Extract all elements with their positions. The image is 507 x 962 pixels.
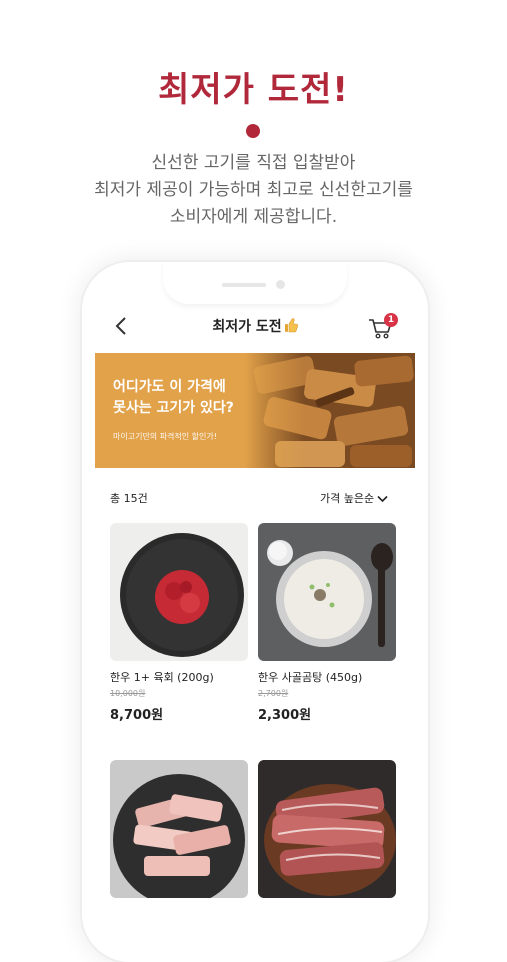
product-image-gomtang <box>258 523 396 661</box>
sort-label: 가격 높은순 <box>320 492 375 505</box>
app-screen: 최저가 도전 1 어디가도 이 가격에 못사는 고기가 있다? 마이고기만의 파… <box>95 300 415 900</box>
banner-line-1: 어디가도 이 가격에 <box>113 379 226 395</box>
product-name: 한우 1+ 육회 (200g) <box>110 671 214 684</box>
banner-headline: 어디가도 이 가격에 못사는 고기가 있다? <box>113 377 273 419</box>
product-original-price: 10,000원 <box>110 689 146 698</box>
banner-line-2: 못사는 고기가 있다? <box>113 400 234 416</box>
product-name: 한우 사골곰탕 (450g) <box>258 671 363 684</box>
thumbs-up-icon <box>284 318 298 333</box>
banner-subtitle: 마이고기만의 파격적인 할인가! <box>113 432 217 441</box>
sort-dropdown[interactable]: 가격 높은순 <box>320 490 388 506</box>
description-line-2: 최저가 제공이 가능하며 최고로 신선한고기를 <box>94 180 413 200</box>
product-image-pork-belly <box>110 760 248 898</box>
product-card[interactable]: 한우 사골곰탕 (450g) 2,700원 2,300원 <box>258 523 396 723</box>
phone-speaker <box>222 283 266 287</box>
promo-banner[interactable]: 어디가도 이 가격에 못사는 고기가 있다? 마이고기만의 파격적인 할인가! <box>95 353 415 468</box>
description-line-1: 신선한 고기를 직접 입찰받아 <box>151 153 356 173</box>
promo-description: 신선한 고기를 직접 입찰받아 최저가 제공이 가능하며 최고로 신선한고기를 … <box>0 150 507 231</box>
page-title-text: 최저가 도전 <box>212 319 282 335</box>
product-price: 8,700원 <box>110 708 164 723</box>
product-card[interactable] <box>258 760 396 900</box>
chevron-down-icon <box>377 495 388 503</box>
phone-camera <box>276 280 285 289</box>
product-image-sliced-beef <box>258 760 396 898</box>
product-price: 2,300원 <box>258 708 312 723</box>
item-count: 총 15건 <box>110 492 148 505</box>
page-title: 최저가 도전 <box>95 316 415 336</box>
accent-dot <box>246 124 260 138</box>
cart-badge: 1 <box>384 313 398 327</box>
description-line-3: 소비자에게 제공합니다. <box>169 207 338 227</box>
app-bar: 최저가 도전 1 <box>95 300 415 350</box>
product-original-price: 2,700원 <box>258 689 289 698</box>
promo-headline: 최저가 도전! <box>158 70 349 110</box>
product-card[interactable]: 한우 1+ 육회 (200g) 10,000원 8,700원 <box>110 523 248 723</box>
product-image-yukhoe <box>110 523 248 661</box>
product-card[interactable] <box>110 760 248 900</box>
